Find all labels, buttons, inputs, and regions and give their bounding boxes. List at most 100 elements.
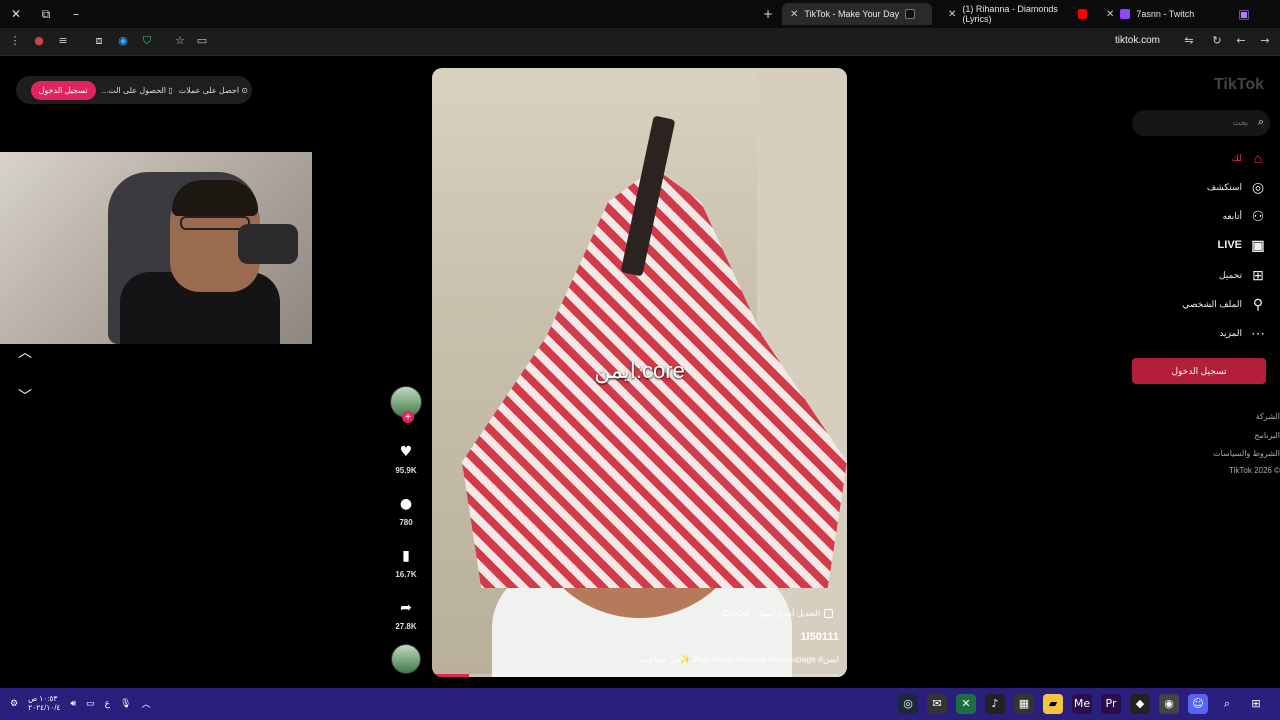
save-count: 16.7K [395,570,417,579]
comment-count: 780 [399,518,413,527]
live-icon: ▣ [1251,236,1265,253]
sidebar-login-button[interactable]: تسجيل الدخول [1132,358,1266,384]
app-icon[interactable]: ◆ [1130,694,1150,714]
audio-icon[interactable]: ◉ [116,34,130,48]
webcam-hair [172,180,258,216]
shield-icon[interactable]: ⛉ [140,34,154,48]
new-tab-icon[interactable]: + [760,6,776,22]
bookmark-star-icon[interactable]: ☆ [173,34,187,48]
tab-twitch[interactable]: ✕ 7asnn - Twitch [1098,3,1248,25]
video-progress-fill [432,674,470,677]
follow-plus-icon[interactable]: + [402,411,414,423]
comment-button[interactable]: ● 780 [388,496,424,527]
reload-icon[interactable]: ↻ [1210,34,1224,48]
address-bar[interactable]: tiktok.com [1115,35,1160,46]
excel-icon[interactable]: ✕ [956,694,976,714]
close-tab-icon[interactable]: ✕ [948,9,956,20]
previous-video-icon[interactable]: ︿ [18,342,32,362]
back-icon[interactable]: ← [1234,34,1248,48]
video-username[interactable]: 1l50111 [800,631,839,643]
tab-title: (1) Rihanna - Diamonds (Lyrics) [962,4,1058,24]
webcam-microphone [238,224,298,264]
like-count: 95.9K [395,466,417,475]
sidebar-item-upload[interactable]: ⊞ تحميل [1219,265,1266,285]
footer-link-company[interactable]: الشركة [1256,412,1280,421]
more-icon: ⋯ [1251,324,1265,341]
sidebar-item-for-you[interactable]: ⌂ لك [1232,148,1266,168]
discord-icon[interactable]: ☺ [1188,694,1208,714]
menu-icon[interactable]: ⋮ [8,34,22,48]
sidebar-item-more[interactable]: ⋯ المزيد [1219,323,1266,343]
clock-date: ٢٠٢٤/١٠/٤ [28,703,61,712]
video-progress-bar[interactable] [432,674,847,677]
tab-rihanna[interactable]: ✕ (1) Rihanna - Diamonds (Lyrics) [940,3,1095,25]
forward-icon[interactable]: → [1258,34,1272,48]
media-icon[interactable]: ≡ [56,34,70,48]
site-settings-icon[interactable]: ⇋ [1182,34,1196,48]
tray-expand-icon[interactable]: ︿ [141,697,150,710]
calculator-icon[interactable]: ▦ [1014,694,1034,714]
sidebar-item-label: استكشف [1206,181,1242,192]
close-tab-icon[interactable]: ✕ [1106,9,1114,20]
compass-icon: ◎ [1251,178,1265,195]
share-count: 27.8K [395,622,417,631]
system-tray: ⚙ ١٠:٥٣ ص ٢٠٢٤/١٠/٤ 🔊︎ ▭ ع 🎙︎ ︿ [10,694,150,712]
sidebar-item-label: تحميل [1218,269,1242,280]
clock[interactable]: ١٠:٥٣ ص ٢٠٢٤/١٠/٤ [28,694,60,712]
premiere-icon[interactable]: Pr [1101,694,1121,714]
app-icon[interactable]: ✉ [927,694,947,714]
footer-link-terms[interactable]: الشروط والسياسات [1213,449,1280,458]
extension-icon[interactable]: ● [32,34,46,48]
app-icon[interactable]: ♪ [985,694,1005,714]
comment-icon: ● [399,496,413,512]
microphone-icon[interactable]: 🎙︎ [120,698,131,709]
profile-icon: ⚲ [1252,295,1264,312]
music-disc-icon [391,644,421,674]
capcut-icon [824,609,833,618]
save-button[interactable]: ▮ 16.7K [388,548,424,579]
share-button[interactable]: ➦ 27.8K [388,600,424,631]
bookmark-icon: ▮ [402,548,410,564]
language-indicator[interactable]: ع [105,698,110,709]
sidebar-item-live[interactable]: ▣ LIVE [1218,235,1266,255]
chrome-icon[interactable]: ◉ [1159,694,1179,714]
tab-tiktok[interactable]: ✕ TikTok - Make Your Day [782,3,932,25]
next-video-icon[interactable]: ﹀ [18,386,32,406]
upload-icon: ⊞ [1252,266,1264,283]
search-icon[interactable]: ⌕ [1217,694,1237,714]
tiktok-logo[interactable]: TikTok [1214,76,1264,94]
search-input[interactable]: بحث ⌕ [1132,110,1270,136]
search-icon[interactable]: ⌕ [1258,116,1264,129]
cast-icon[interactable]: ▭ [195,34,209,48]
sidebar-item-explore[interactable]: ◎ استكشف [1207,177,1266,197]
media-encoder-icon[interactable]: Me [1072,694,1092,714]
close-tab-icon[interactable]: ✕ [790,9,798,20]
sidebar-item-profile[interactable]: ⚲ الملف الشخصي [1182,294,1266,314]
steam-icon[interactable]: ◎ [898,694,918,714]
video-caption: من تصاحب✨ #fyp #core #zxycba #foryoupage… [640,654,839,664]
footer-link-program[interactable]: البرنامج [1254,431,1280,440]
video-player[interactable]: ايمن:core CapCut · التعديل أصبح أسهل 1l5… [432,68,847,677]
music-disc-button[interactable] [388,644,424,674]
os-taskbar: ⚙ ١٠:٥٣ ص ٢٠٢٤/١٠/٤ 🔊︎ ▭ ع 🎙︎ ︿ ◎ ✉ ✕ ♪ … [0,688,1280,720]
like-button[interactable]: ♥ 95.9K [388,444,424,475]
capcut-label[interactable]: CapCut · التعديل أصبح أسهل [723,609,833,618]
tiktok-page: ⊙ احصل على عملات ▯ الحصول على الت... تسج… [0,56,1280,688]
minimize-window-icon[interactable]: – [68,6,84,22]
volume-icon[interactable]: 🔊︎ [70,698,76,709]
file-explorer-icon[interactable]: ▰ [1043,694,1063,714]
settings-icon[interactable]: ⚙ [10,698,18,709]
restore-window-icon[interactable]: ⧉ [38,6,54,22]
tab-title: TikTok - Make Your Day [804,9,900,19]
sidebar-item-following[interactable]: ⚇ أتابعه [1223,206,1266,226]
home-icon: ⌂ [1253,150,1263,166]
get-coins-link[interactable]: ⊙ احصل على عملات [179,86,248,95]
extensions-puzzle-icon[interactable]: ⧈ [92,34,106,48]
tab-search-icon[interactable]: ▣ [1236,6,1252,22]
creator-avatar-button[interactable]: + [388,386,424,423]
top-login-button[interactable]: تسجيل الدخول [30,80,96,100]
network-icon[interactable]: ▭ [86,698,95,709]
close-window-icon[interactable]: ✕ [8,6,24,22]
get-app-link[interactable]: ▯ الحصول على الت... [102,86,173,95]
start-icon[interactable]: ⊞ [1246,694,1266,714]
